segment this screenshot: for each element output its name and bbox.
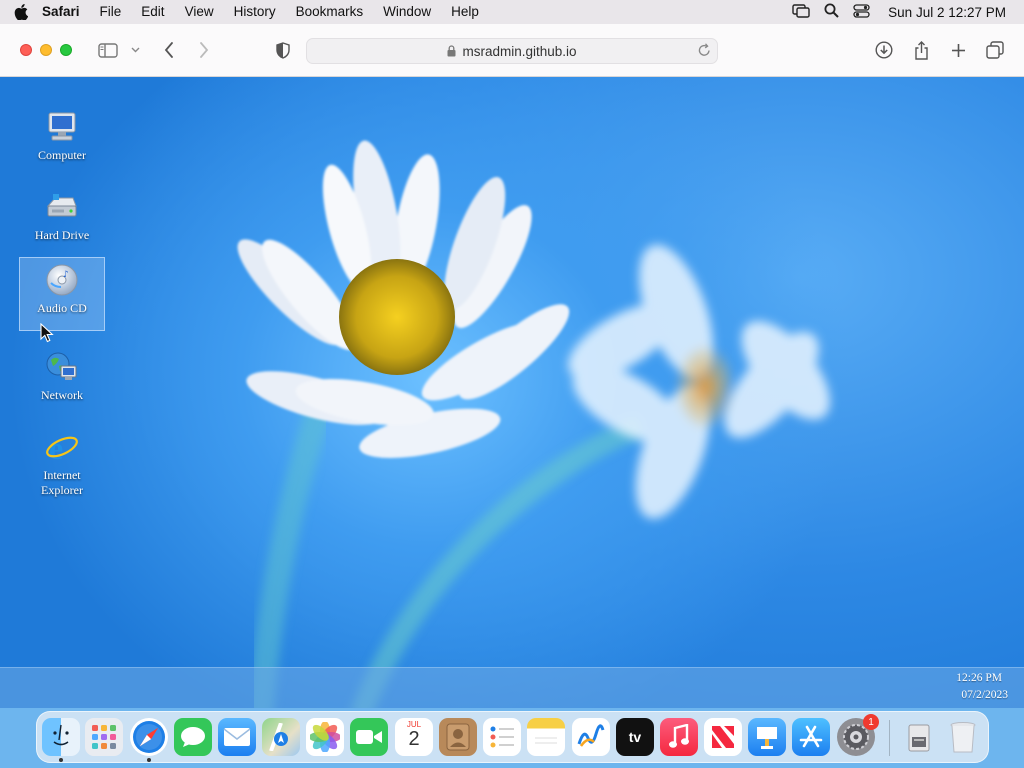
dock-separator bbox=[889, 720, 890, 756]
mouse-cursor-icon bbox=[40, 323, 54, 343]
taskbar-time[interactable]: 12:26 PM bbox=[956, 672, 1002, 684]
url-text: msradmin.github.io bbox=[462, 43, 577, 59]
facetime-icon[interactable] bbox=[350, 718, 388, 756]
svg-text:♪: ♪ bbox=[63, 270, 69, 280]
downloads-stack-icon[interactable] bbox=[900, 718, 938, 756]
desktop-icon-audio-cd[interactable]: ♪ Audio CD bbox=[19, 257, 105, 331]
daisy-wallpaper-image bbox=[237, 140, 830, 708]
forward-button[interactable] bbox=[195, 38, 213, 62]
spotlight-search-icon[interactable] bbox=[824, 3, 839, 21]
taskbar-date[interactable]: 07/2/2023 bbox=[961, 689, 1008, 701]
screen-mirroring-icon[interactable] bbox=[792, 3, 810, 21]
freeform-icon[interactable] bbox=[572, 718, 610, 756]
system-settings-icon[interactable]: 1 bbox=[837, 714, 879, 756]
desktop-icon-label: Internet Explorer bbox=[41, 468, 83, 497]
chevron-down-icon[interactable] bbox=[129, 38, 141, 62]
menu-bookmarks[interactable]: Bookmarks bbox=[286, 0, 374, 24]
finder-running-indicator bbox=[59, 758, 63, 762]
zoom-window-button[interactable] bbox=[60, 44, 72, 56]
tab-overview-icon[interactable] bbox=[985, 38, 1005, 62]
menu-window[interactable]: Window bbox=[373, 0, 441, 24]
keynote-icon[interactable] bbox=[748, 718, 786, 756]
desktop-icon-network[interactable]: Network bbox=[19, 345, 105, 419]
desktop-icon-label: Audio CD bbox=[37, 301, 87, 315]
apple-menu-icon[interactable] bbox=[0, 0, 42, 24]
sidebar-toggle-icon[interactable] bbox=[96, 38, 120, 62]
notification-badge: 1 bbox=[863, 714, 879, 730]
app-store-icon[interactable] bbox=[792, 718, 830, 756]
menu-bar: Safari File Edit View History Bookmarks … bbox=[0, 0, 1024, 24]
menu-file[interactable]: File bbox=[90, 0, 132, 24]
desktop-icon-hard-drive[interactable]: Hard Drive bbox=[19, 185, 105, 259]
share-icon[interactable] bbox=[911, 38, 931, 62]
contacts-icon[interactable] bbox=[439, 718, 477, 756]
menubar-clock[interactable]: Sun Jul 2 12:27 PM bbox=[888, 5, 1006, 20]
safari-running-indicator bbox=[147, 758, 151, 762]
apple-tv-icon[interactable]: tv bbox=[616, 718, 654, 756]
address-bar[interactable]: msradmin.github.io bbox=[306, 38, 718, 64]
privacy-shield-icon[interactable] bbox=[273, 38, 293, 62]
desktop-icon-label: Computer bbox=[38, 148, 86, 162]
menu-help[interactable]: Help bbox=[441, 0, 489, 24]
music-icon[interactable] bbox=[660, 718, 698, 756]
menu-view[interactable]: View bbox=[175, 0, 224, 24]
safari-icon[interactable] bbox=[130, 718, 168, 756]
launchpad-icon[interactable] bbox=[85, 718, 123, 756]
desktop-wallpaper[interactable]: Computer Hard Drive ♪ Audio CD Network e… bbox=[0, 77, 1024, 708]
reminders-icon[interactable] bbox=[483, 718, 521, 756]
finder-icon[interactable] bbox=[42, 718, 80, 756]
desktop-icon-label: Network bbox=[41, 388, 83, 402]
notes-icon[interactable] bbox=[527, 718, 565, 756]
new-tab-icon[interactable] bbox=[948, 38, 968, 62]
hard-drive-icon bbox=[44, 189, 80, 225]
safari-toolbar: msradmin.github.io bbox=[0, 24, 1024, 77]
menu-app-safari[interactable]: Safari bbox=[42, 0, 90, 24]
menu-edit[interactable]: Edit bbox=[131, 0, 174, 24]
internet-explorer-icon: e bbox=[44, 429, 80, 465]
minimize-window-button[interactable] bbox=[40, 44, 52, 56]
desktop-icon-computer[interactable]: Computer bbox=[19, 105, 105, 179]
reload-icon[interactable] bbox=[698, 43, 711, 60]
close-window-button[interactable] bbox=[20, 44, 32, 56]
calendar-icon[interactable]: JUL 2 bbox=[395, 718, 433, 756]
desktop-icon-internet-explorer[interactable]: e Internet Explorer bbox=[19, 425, 105, 509]
audio-cd-icon: ♪ bbox=[44, 262, 80, 298]
menu-history[interactable]: History bbox=[224, 0, 286, 24]
dock: JUL 2 tv 1 bbox=[36, 711, 989, 763]
mail-icon[interactable] bbox=[218, 718, 256, 756]
back-button[interactable] bbox=[160, 38, 178, 62]
taskbar: 12:26 PM 07/2/2023 bbox=[0, 667, 1024, 708]
desktop-icon-label: Hard Drive bbox=[34, 228, 90, 242]
control-center-icon[interactable] bbox=[853, 3, 870, 21]
lock-icon bbox=[447, 45, 456, 57]
network-icon bbox=[44, 349, 80, 385]
news-icon[interactable] bbox=[704, 718, 742, 756]
calendar-day: 2 bbox=[408, 728, 420, 750]
downloads-icon[interactable] bbox=[873, 38, 895, 62]
computer-icon bbox=[44, 109, 80, 145]
messages-icon[interactable] bbox=[174, 718, 212, 756]
appletv-label: tv bbox=[628, 729, 642, 745]
maps-icon[interactable] bbox=[262, 718, 300, 756]
trash-icon[interactable] bbox=[944, 718, 982, 756]
photos-icon[interactable] bbox=[306, 718, 344, 756]
